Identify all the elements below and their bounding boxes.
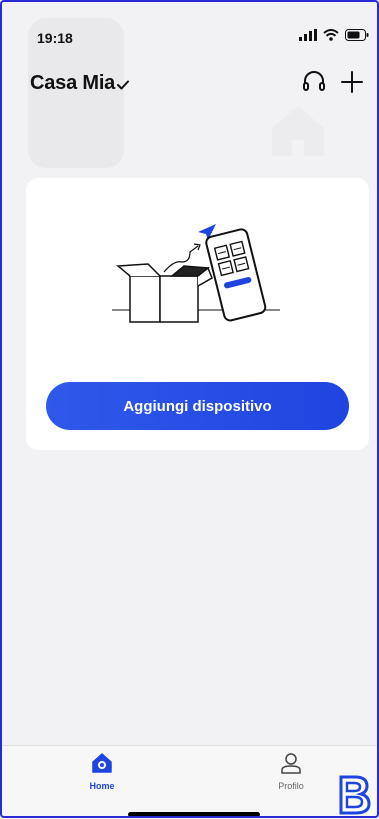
add-device-button[interactable]: Aggiungi dispositivo: [46, 382, 349, 430]
header: Casa Mia: [0, 58, 379, 108]
add-icon[interactable]: [338, 68, 366, 96]
status-bar: 19:18: [0, 0, 379, 46]
headset-support-icon[interactable]: [300, 68, 328, 96]
home-selector[interactable]: Casa Mia: [30, 72, 115, 95]
b-logo-watermark: [339, 775, 371, 815]
wifi-icon: [323, 29, 339, 41]
status-icons: [299, 29, 369, 41]
add-device-illustration: [112, 224, 280, 323]
background-house-icon: [272, 106, 324, 156]
battery-icon: [345, 29, 369, 41]
status-time: 19:18: [37, 30, 73, 46]
tab-home-label: Home: [89, 781, 115, 791]
checkmark-dropdown-icon[interactable]: [117, 80, 129, 90]
tab-profile-label: Profilo: [278, 781, 304, 791]
tab-profile[interactable]: Profilo: [251, 752, 331, 791]
person-icon: [281, 753, 301, 774]
tab-home[interactable]: Home: [62, 752, 142, 791]
home-indicator: [128, 812, 260, 817]
tab-bar: Home Profilo: [0, 745, 379, 819]
empty-state-card: Aggiungi dispositivo: [26, 178, 369, 450]
home-icon: [92, 753, 112, 773]
signal-icon: [299, 29, 317, 41]
